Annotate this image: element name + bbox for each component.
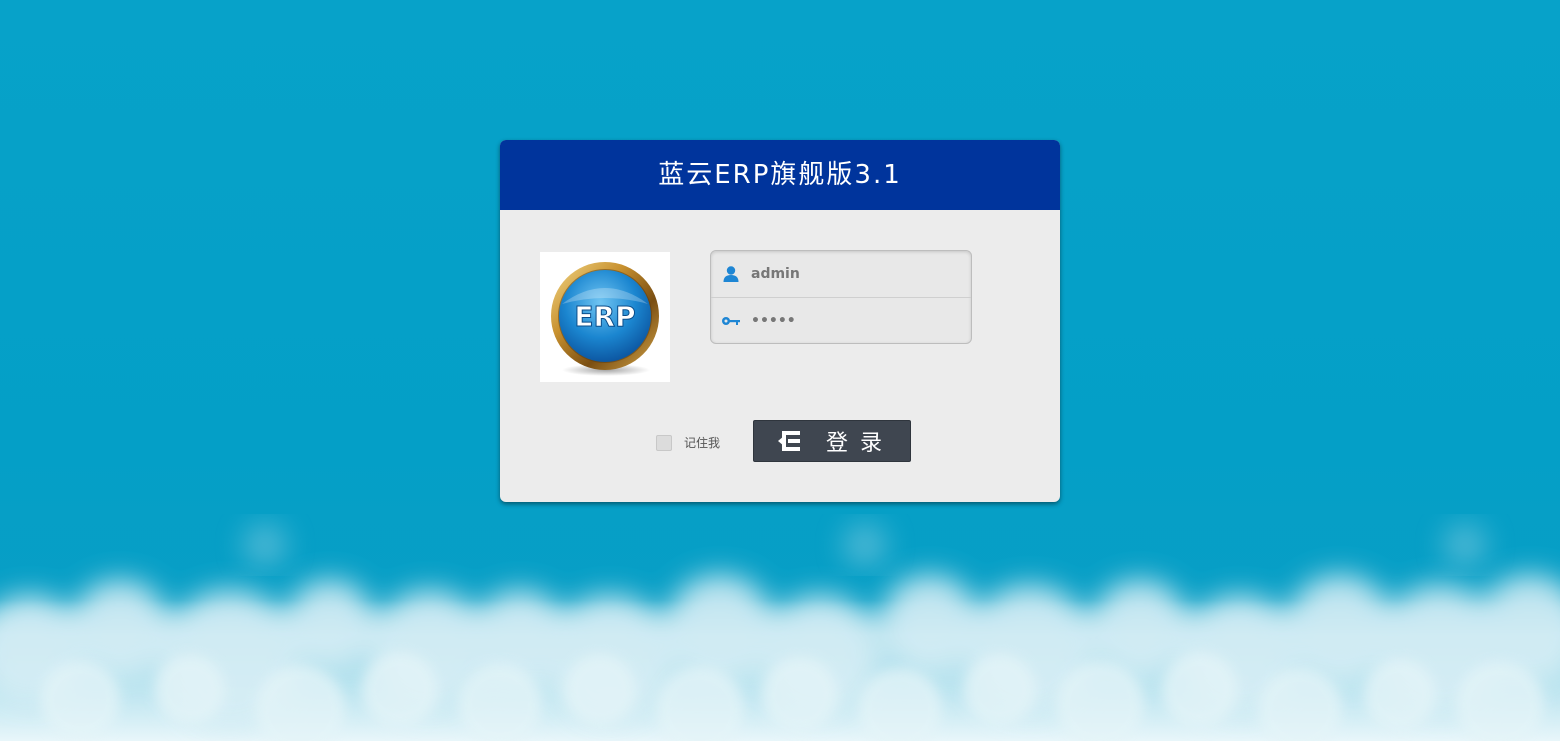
remember-checkbox[interactable] [656,434,672,451]
username-row [711,251,971,297]
login-button[interactable]: 登录 [753,420,911,462]
svg-text:ERP: ERP [574,300,635,333]
credentials-group [710,250,972,344]
card-header: 蓝云ERP旗舰版3.1 [500,140,1060,210]
password-row [711,297,971,343]
login-button-label: 登录 [826,431,895,456]
erp-medal-logo-icon: ERP [551,262,659,376]
password-input[interactable] [751,306,951,336]
username-input[interactable] [751,259,951,289]
remember-label: 记住我 [684,436,721,450]
user-icon [711,251,751,297]
login-icon [778,430,804,452]
login-card: 蓝云ERP旗舰版3.1 ERP admin ••••• 记住我 登录 [500,140,1060,502]
page-title: 蓝云ERP旗舰版3.1 [658,160,902,190]
erp-logo: ERP [540,252,670,382]
key-icon [711,298,751,343]
remember-me: 记住我 [656,434,720,451]
